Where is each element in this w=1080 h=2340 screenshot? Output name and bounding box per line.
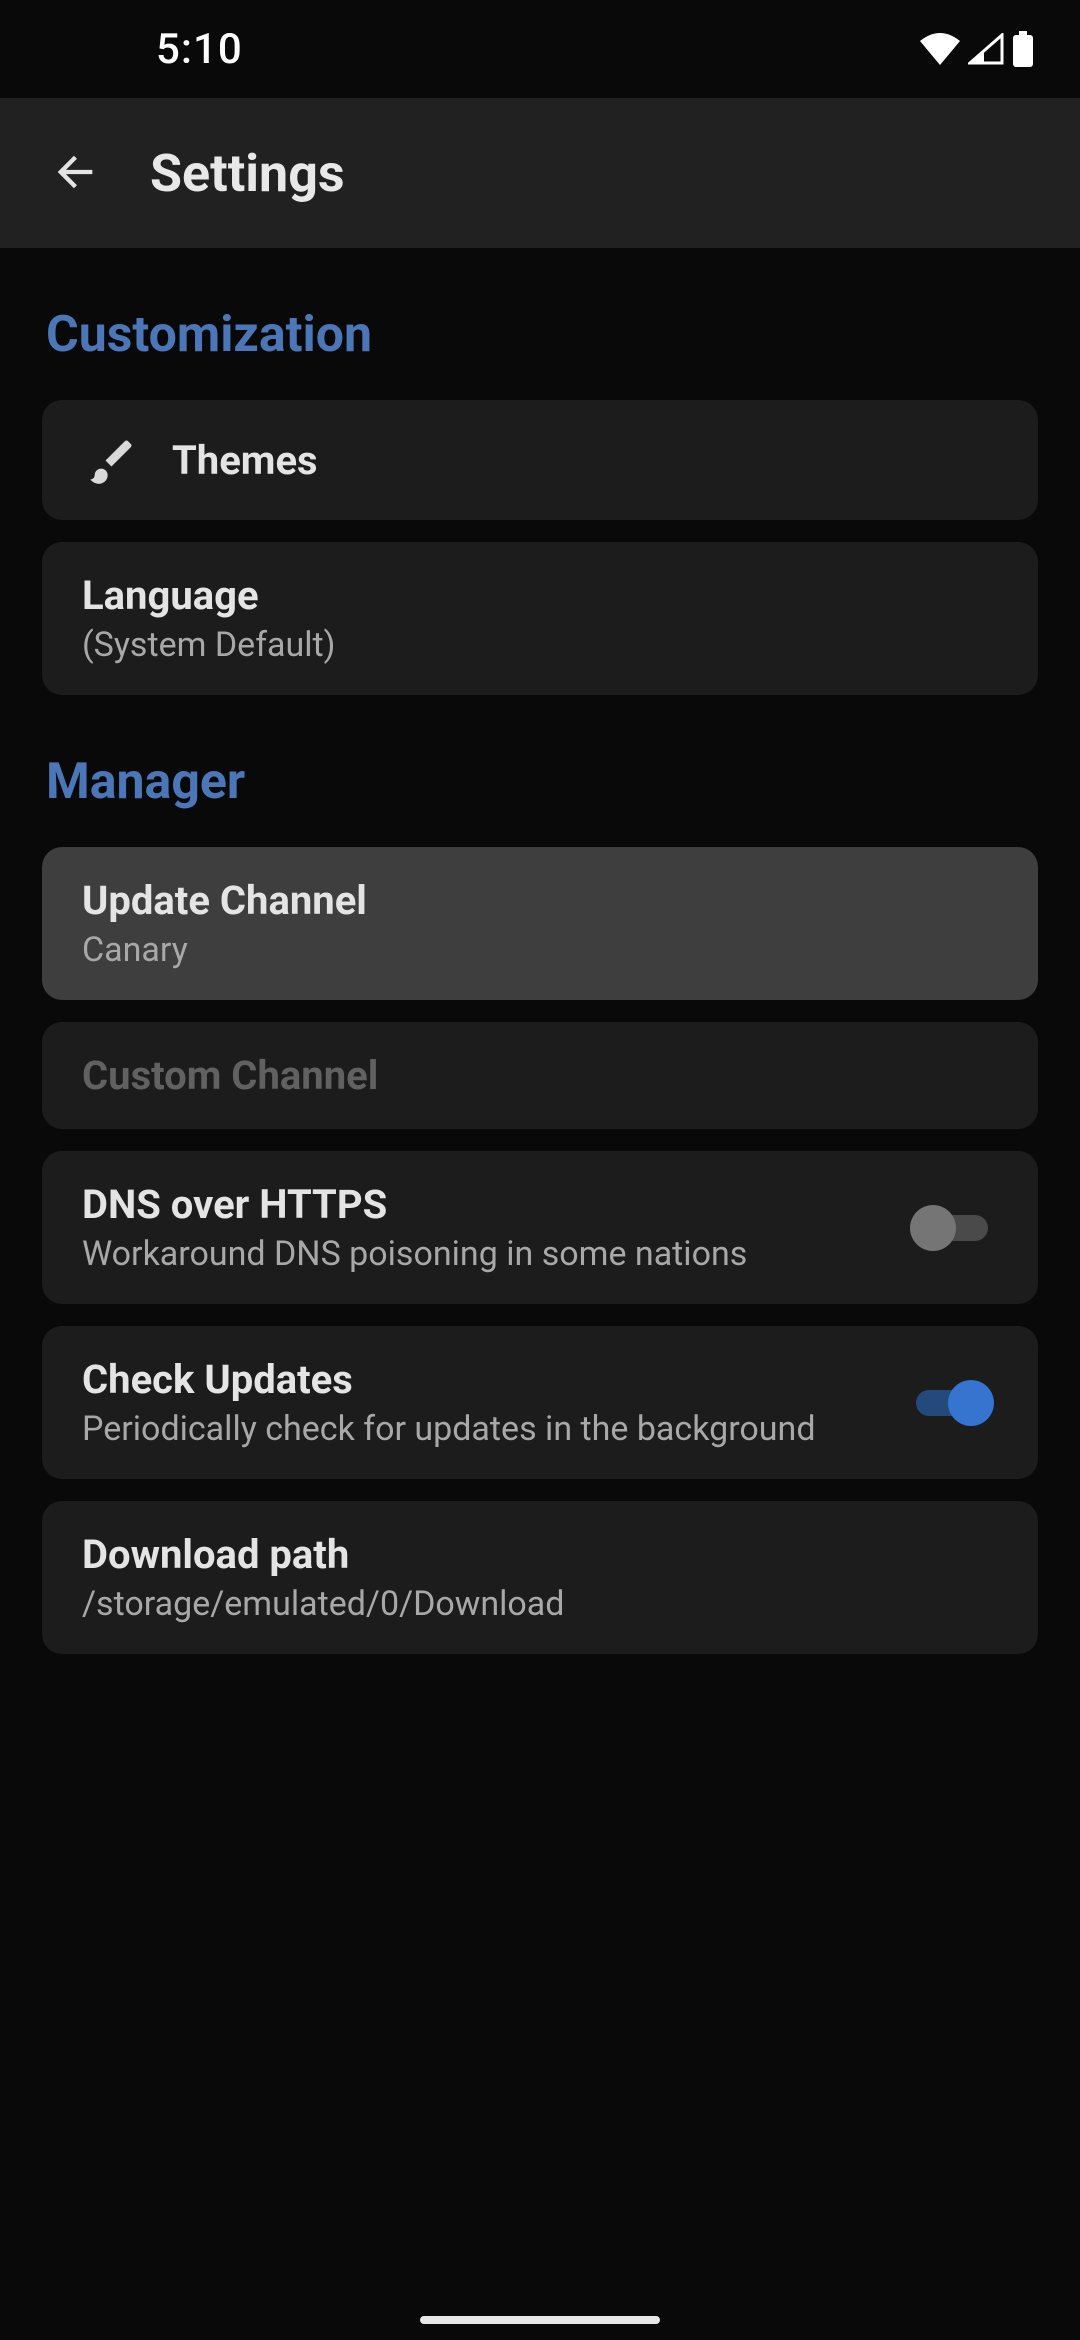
status-icons [920, 31, 1034, 67]
navigation-handle[interactable] [420, 2316, 660, 2324]
setting-update-channel-title: Update Channel [82, 877, 998, 924]
cellular-icon [968, 33, 1004, 65]
arrow-left-icon [49, 146, 101, 201]
section-header-customization: Customization [46, 306, 1038, 364]
setting-custom-channel: Custom Channel [42, 1022, 1038, 1129]
setting-themes-title: Themes [172, 437, 998, 484]
setting-doh-title: DNS over HTTPS [82, 1181, 906, 1228]
status-bar: 5:10 [0, 0, 1080, 98]
setting-check-updates-desc: Periodically check for updates in the ba… [82, 1409, 906, 1449]
toggle-check-updates[interactable] [906, 1377, 998, 1429]
setting-language[interactable]: Language (System Default) [42, 542, 1038, 695]
setting-update-channel-value: Canary [82, 930, 998, 970]
setting-themes[interactable]: Themes [42, 400, 1038, 520]
setting-check-updates[interactable]: Check Updates Periodically check for upd… [42, 1326, 1038, 1479]
setting-download-path-value: /storage/emulated/0/Download [82, 1584, 998, 1624]
setting-doh-desc: Workaround DNS poisoning in some nations [82, 1234, 906, 1274]
setting-download-path[interactable]: Download path /storage/emulated/0/Downlo… [42, 1501, 1038, 1654]
wifi-icon [920, 33, 960, 65]
back-button[interactable] [30, 128, 120, 218]
setting-dns-over-https[interactable]: DNS over HTTPS Workaround DNS poisoning … [42, 1151, 1038, 1304]
toggle-dns-over-https[interactable] [906, 1202, 998, 1254]
page-title: Settings [150, 143, 345, 204]
setting-check-updates-title: Check Updates [82, 1356, 906, 1403]
content: Customization Themes Language (System De… [0, 306, 1080, 1654]
setting-update-channel[interactable]: Update Channel Canary [42, 847, 1038, 1000]
status-time: 5:10 [156, 25, 243, 74]
setting-custom-channel-title: Custom Channel [82, 1052, 998, 1099]
setting-download-path-title: Download path [82, 1531, 998, 1578]
app-bar: Settings [0, 98, 1080, 248]
setting-language-value: (System Default) [82, 625, 998, 665]
battery-icon [1012, 31, 1034, 67]
setting-language-title: Language [82, 572, 998, 619]
brush-icon [82, 430, 142, 490]
section-header-manager: Manager [46, 753, 1038, 811]
